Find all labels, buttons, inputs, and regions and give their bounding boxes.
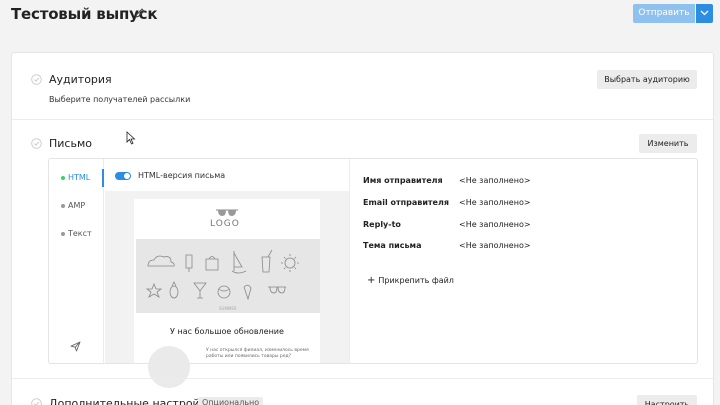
check-circle-icon (31, 74, 42, 85)
email-body: LOGO SUMMER У нас большое обновление У н… (134, 199, 320, 388)
edit-icon[interactable] (134, 7, 146, 19)
letter-panel: HTML AMP Текст HTML-версия письма LOGO S… (48, 158, 698, 388)
campaign-card: Аудитория Выберите получателей рассылки … (11, 52, 714, 405)
extra-settings-section: Дополнительные настройки Опционально Нас… (12, 379, 713, 405)
sunglasses-logo-icon (216, 209, 238, 216)
send-dropdown-button[interactable] (696, 4, 713, 23)
tab-label: AMP (68, 201, 86, 210)
cursor-icon (126, 131, 136, 145)
email-body-text: У нас открылся филиал, изменилось время … (206, 348, 309, 359)
subject-value[interactable]: <Не заполнено> (459, 241, 531, 250)
sender-email-label: Email отправителя (363, 198, 449, 207)
summer-illustration (145, 249, 299, 301)
banner-caption: SUMMER (219, 306, 237, 311)
sender-name-value[interactable]: <Не заполнено> (459, 176, 531, 185)
status-dot (61, 203, 65, 208)
audience-section: Аудитория Выберите получателей рассылки … (12, 53, 713, 119)
reply-to-value[interactable]: <Не заполнено> (459, 220, 531, 229)
logo-text: LOGO (210, 219, 240, 229)
attach-file-button[interactable]: + Прикрепить файл (367, 275, 454, 286)
letter-fields: Имя отправителя <Не заполнено> Email отп… (363, 159, 693, 363)
attach-label: Прикрепить файл (378, 276, 454, 285)
format-tabs: HTML AMP Текст (49, 159, 104, 363)
tab-label: HTML (68, 173, 91, 182)
active-tab-indicator (102, 169, 104, 187)
audience-title: Аудитория (49, 73, 112, 86)
configure-button[interactable]: Настроить (637, 395, 697, 405)
letter-title: Письмо (49, 137, 92, 150)
status-dot (61, 231, 65, 236)
chevron-down-icon (700, 10, 709, 16)
select-audience-button[interactable]: Выбрать аудиторию (597, 70, 697, 89)
audience-subtitle: Выберите получателей рассылки (49, 95, 191, 104)
extra-settings-title: Дополнительные настройки (49, 397, 214, 405)
status-dot (61, 175, 65, 180)
top-bar: Тестовый выпуск Отправить (0, 0, 720, 32)
send-button[interactable]: Отправить (633, 4, 695, 23)
tab-html[interactable]: HTML (61, 173, 90, 182)
email-headline: У нас большое обновление (170, 327, 284, 336)
email-preview: HTML-версия письма LOGO SUMMER У нас бол… (105, 159, 350, 388)
send-test-icon[interactable] (70, 341, 81, 352)
tab-amp[interactable]: AMP (61, 201, 85, 210)
tab-text[interactable]: Текст (61, 229, 92, 238)
tab-label: Текст (68, 229, 92, 238)
html-version-toggle[interactable] (115, 172, 131, 180)
subject-label: Тема письма (363, 241, 422, 250)
plus-icon: + (367, 275, 376, 286)
edit-letter-button[interactable]: Изменить (639, 134, 697, 153)
sender-email-value[interactable]: <Не заполнено> (459, 198, 531, 207)
toggle-label: HTML-версия письма (138, 171, 226, 180)
check-circle-icon (31, 138, 42, 149)
sender-name-label: Имя отправителя (363, 176, 443, 185)
check-circle-icon (31, 398, 42, 405)
optional-badge: Опционально (198, 397, 264, 405)
banner-image: SUMMER (136, 239, 320, 313)
reply-to-label: Reply-to (363, 220, 401, 229)
logo-area: LOGO (134, 199, 320, 239)
